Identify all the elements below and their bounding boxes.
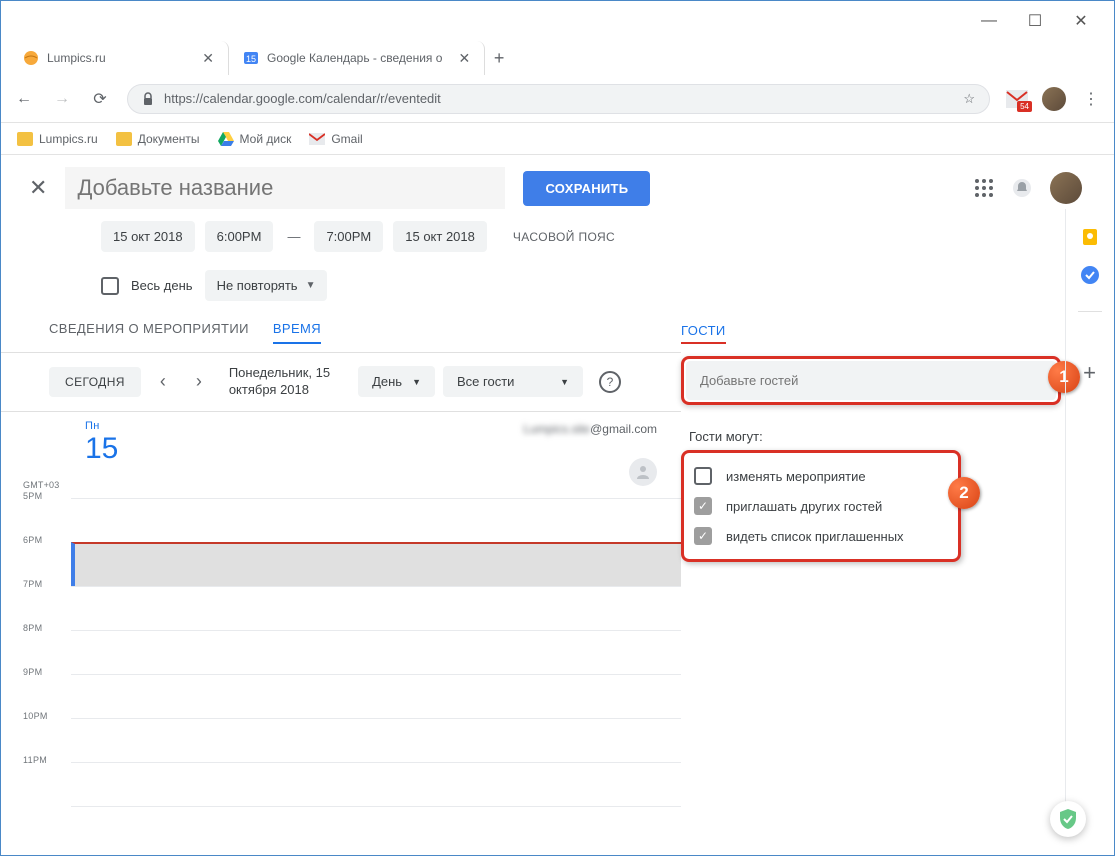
guests-can-label: Гости могут: — [689, 429, 1061, 444]
event-tabs: СВЕДЕНИЯ О МЕРОПРИЯТИИ ВРЕМЯ — [1, 321, 681, 352]
hour-label: 9PM — [23, 667, 42, 677]
notifications-icon[interactable] — [1012, 178, 1032, 198]
guests-heading: ГОСТИ — [681, 323, 726, 344]
prev-button[interactable]: ‹ — [149, 371, 177, 392]
start-date-field[interactable]: 15 окт 2018 — [101, 221, 195, 252]
bookmark-gmail[interactable]: Gmail — [309, 132, 362, 146]
drive-icon — [218, 132, 234, 146]
shield-extension-icon[interactable] — [1050, 801, 1086, 837]
tab-title: Google Календарь - сведения о — [267, 51, 442, 65]
weekday-label: Пн — [85, 420, 118, 432]
favicon-lumpics — [23, 50, 39, 66]
end-time-field[interactable]: 7:00PM — [314, 221, 383, 252]
tab-close-icon[interactable]: ✕ — [458, 50, 470, 67]
gmail-extension-icon[interactable]: 54 — [1006, 90, 1028, 108]
close-event-button[interactable]: ✕ — [29, 175, 47, 201]
lock-icon — [142, 92, 154, 106]
window-minimize-button[interactable]: — — [980, 12, 998, 30]
side-panel: + — [1065, 209, 1113, 809]
timeline[interactable]: 5PM 6PM 7PM 8PM 9PM 10PM 11PM — [1, 498, 681, 850]
timezone-link[interactable]: ЧАСОВОЙ ПОЯС — [513, 230, 615, 244]
end-date-field[interactable]: 15 окт 2018 — [393, 221, 487, 252]
bookmark-documents[interactable]: Документы — [116, 132, 200, 146]
next-button[interactable]: › — [185, 371, 213, 392]
view-dropdown[interactable]: День ▼ — [358, 366, 435, 397]
all-day-label: Весь день — [131, 278, 193, 293]
person-icon — [629, 458, 657, 486]
new-tab-button[interactable]: + — [485, 48, 513, 69]
back-button[interactable]: ← — [13, 88, 35, 110]
forward-button[interactable]: → — [51, 88, 73, 110]
svg-text:15: 15 — [246, 54, 256, 64]
bookmark-lumpics[interactable]: Lumpics.ru — [17, 132, 98, 146]
date-display: Понедельник, 15 октября 2018 — [221, 365, 330, 399]
tab-close-icon[interactable]: ✕ — [202, 50, 214, 67]
gmail-icon — [309, 133, 325, 145]
bookmark-drive[interactable]: Мой диск — [218, 132, 292, 146]
hour-label: 11PM — [23, 755, 47, 765]
event-block[interactable] — [71, 542, 681, 586]
help-icon[interactable]: ? — [599, 371, 621, 393]
day-header: Пн 15 Lumpics.site@gmail.com — [1, 411, 681, 486]
save-button[interactable]: СОХРАНИТЬ — [523, 171, 650, 206]
browser-tab-lumpics[interactable]: Lumpics.ru ✕ — [9, 41, 229, 75]
folder-icon — [17, 132, 33, 146]
repeat-dropdown[interactable]: Не повторять ▼ — [205, 270, 328, 301]
start-time-field[interactable]: 6:00PM — [205, 221, 274, 252]
datetime-row: 15 окт 2018 6:00PM — 7:00PM 15 окт 2018 … — [1, 217, 1114, 256]
folder-icon — [116, 132, 132, 146]
event-header: ✕ СОХРАНИТЬ — [1, 155, 1114, 217]
hour-label: 8PM — [23, 623, 42, 633]
favicon-calendar: 15 — [243, 50, 259, 66]
keep-icon[interactable] — [1080, 227, 1100, 247]
chevron-down-icon: ▼ — [412, 377, 421, 387]
day-number: 15 — [85, 432, 118, 466]
gmail-badge: 54 — [1017, 101, 1032, 112]
hour-label: 10PM — [23, 711, 48, 721]
window-maximize-button[interactable]: ☐ — [1026, 12, 1044, 30]
repeat-row: Весь день Не повторять ▼ — [1, 256, 1114, 321]
organizer-email: Lumpics.site@gmail.com — [523, 422, 657, 436]
guests-filter-dropdown[interactable]: Все гости ▼ — [443, 366, 583, 397]
perm-invite-others[interactable]: ✓ приглашать других гостей — [694, 491, 948, 521]
event-title-input[interactable] — [65, 167, 505, 209]
profile-avatar[interactable] — [1042, 87, 1066, 111]
checkbox-checked[interactable]: ✓ — [694, 527, 712, 545]
browser-menu-button[interactable]: ⋮ — [1080, 88, 1102, 110]
address-bar[interactable]: https://calendar.google.com/calendar/r/e… — [127, 84, 990, 114]
perm-see-guest-list[interactable]: ✓ видеть список приглашенных — [694, 521, 948, 551]
guest-input-highlight: 1 — [681, 356, 1061, 405]
today-button[interactable]: СЕГОДНЯ — [49, 367, 141, 397]
all-day-checkbox[interactable] — [101, 277, 119, 295]
tab-details[interactable]: СВЕДЕНИЯ О МЕРОПРИЯТИИ — [49, 321, 249, 344]
browser-tabs: Lumpics.ru ✕ 15 Google Календарь - сведе… — [1, 41, 1114, 75]
chevron-down-icon: ▼ — [560, 377, 569, 387]
bookmarks-bar: Lumpics.ru Документы Мой диск Gmail — [1, 123, 1114, 155]
url-text: https://calendar.google.com/calendar/r/e… — [164, 91, 441, 106]
checkbox-unchecked[interactable] — [694, 467, 712, 485]
chevron-down-icon: ▼ — [306, 280, 316, 291]
tasks-icon[interactable] — [1080, 265, 1100, 285]
hour-label: 6PM — [23, 535, 42, 545]
perm-modify-event[interactable]: изменять мероприятие — [694, 461, 948, 491]
add-addon-button[interactable]: + — [1083, 360, 1096, 386]
hour-label: 7PM — [23, 579, 42, 589]
window-titlebar: — ☐ ✕ — [1, 1, 1114, 41]
checkbox-checked[interactable]: ✓ — [694, 497, 712, 515]
browser-toolbar: ← → ⟳ https://calendar.google.com/calend… — [1, 75, 1114, 123]
permissions-highlight: изменять мероприятие ✓ приглашать других… — [681, 450, 961, 562]
annotation-badge-2: 2 — [948, 477, 980, 509]
user-avatar[interactable] — [1050, 172, 1082, 204]
calendar-toolbar: СЕГОДНЯ ‹ › Понедельник, 15 октября 2018… — [1, 353, 681, 411]
reload-button[interactable]: ⟳ — [89, 88, 111, 110]
apps-grid-icon[interactable] — [974, 178, 994, 198]
browser-tab-calendar[interactable]: 15 Google Календарь - сведения о ✕ — [229, 41, 485, 75]
tab-time[interactable]: ВРЕМЯ — [273, 321, 321, 344]
window-close-button[interactable]: ✕ — [1072, 12, 1090, 30]
star-icon[interactable]: ☆ — [963, 91, 975, 107]
add-guests-input[interactable] — [686, 361, 1056, 400]
hour-label: 5PM — [23, 491, 42, 501]
time-dash: — — [283, 229, 304, 244]
tab-title: Lumpics.ru — [47, 51, 106, 65]
